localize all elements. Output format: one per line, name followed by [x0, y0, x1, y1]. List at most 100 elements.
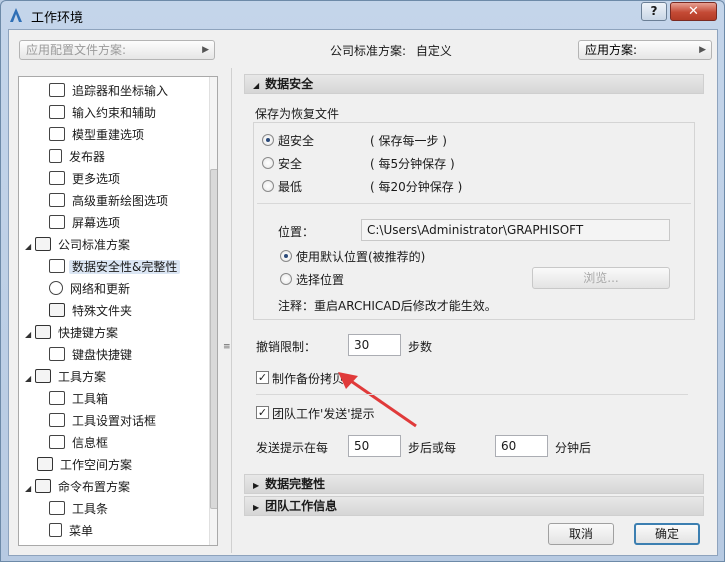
infobox-icon [49, 435, 65, 449]
tree-item-label: 模型重建选项 [72, 128, 145, 142]
window-title: 工作环境 [31, 11, 84, 26]
section-title: 团队工作信息 [265, 499, 338, 513]
expanded-icon[interactable]: ◢ [25, 237, 35, 257]
tree-item-label: 屏幕选项 [72, 216, 121, 230]
chevron-right-icon: ▶ [699, 45, 706, 55]
company-scheme-status: 公司标准方案: 自定义 [330, 42, 452, 59]
safe-label: 安全 [278, 157, 303, 171]
divider [256, 394, 688, 395]
undo-limit-label: 撤销限制： [256, 340, 317, 354]
redraw-icon [49, 193, 65, 207]
tree-item-more-options[interactable]: 更多选项 [49, 169, 123, 189]
backup-checkbox[interactable]: ✓ [256, 371, 269, 384]
folder-icon [35, 325, 51, 339]
section-data-integrity[interactable]: ▶ 数据完整性 [244, 474, 704, 494]
tree-item-label: 网络和更新 [70, 282, 131, 296]
tool-settings-icon [49, 413, 65, 427]
teamwork-send-checkbox[interactable]: ✓ [256, 406, 269, 419]
section-data-safety[interactable]: ◢ 数据安全 [244, 74, 704, 94]
ok-button[interactable]: 确定 [634, 523, 700, 545]
tree-item-toolbars[interactable]: 工具条 [49, 499, 111, 519]
section-title: 数据完整性 [265, 477, 326, 491]
tree-item-keyboard-shortcuts[interactable]: 键盘快捷键 [49, 345, 135, 365]
tree-item-menus[interactable]: 菜单 [49, 521, 96, 541]
settings-tree: 追踪器和坐标输入 输入约束和辅助 模型重建选项 发布器 更多选项 高级重新绘图选… [18, 76, 218, 546]
tree-item-label: 键盘快捷键 [72, 348, 133, 362]
tree-item-infobox[interactable]: 信息框 [49, 433, 111, 453]
cancel-button[interactable]: 取消 [548, 523, 614, 545]
tree-item-tracker[interactable]: 追踪器和坐标输入 [49, 81, 171, 101]
tree-scrollbar[interactable] [209, 77, 217, 545]
company-scheme-label: 公司标准方案: [330, 44, 407, 58]
send-minutes-input[interactable]: 60 [495, 435, 548, 457]
tree-item-company-standard[interactable]: ◢ 公司标准方案 [25, 235, 133, 255]
tree-item-label: 输入约束和辅助 [72, 106, 157, 120]
radio-use-default-location[interactable] [280, 250, 292, 262]
toolbar-icon [49, 501, 65, 515]
publisher-icon [49, 149, 62, 163]
tree-item-shortcut-schemes[interactable]: ◢ 快捷键方案 [25, 323, 121, 343]
ultra-safe-desc: ( 保存每一步 ) [370, 134, 447, 148]
undo-limit-input[interactable]: 30 [348, 334, 401, 356]
restart-note: 注释：重启ARCHICAD后修改才能生效。 [278, 299, 497, 313]
send-prompt-label: 发送提示在每 [256, 441, 329, 455]
section-teamwork-info[interactable]: ▶ 团队工作信息 [244, 496, 704, 516]
send-steps-input[interactable]: 50 [348, 435, 401, 457]
tree-item-tool-settings[interactable]: 工具设置对话框 [49, 411, 159, 431]
radio-ultra-safe[interactable] [262, 134, 274, 146]
tree-item-input-constraints[interactable]: 输入约束和辅助 [49, 103, 159, 123]
send-steps-unit: 步后或每 [408, 441, 457, 455]
sliders-icon [49, 171, 65, 185]
xyz-icon [49, 83, 65, 97]
help-button[interactable]: ? [641, 2, 667, 21]
pane-divider [231, 68, 232, 553]
tree-item-toolbox[interactable]: 工具箱 [49, 389, 111, 409]
folder-icon [37, 457, 53, 471]
tree-item-label: 命令布置方案 [58, 480, 131, 494]
menu-icon [49, 523, 62, 537]
tree-item-label: 高级重新绘图选项 [72, 194, 169, 208]
title-bar[interactable]: 工作环境 ? ✕ [1, 1, 724, 29]
expanded-icon[interactable]: ◢ [25, 369, 35, 389]
cursor-icon [49, 105, 65, 119]
apply-scheme-dropdown[interactable]: 应用方案: ▶ [578, 40, 712, 60]
tree-item-redraw-options[interactable]: 高级重新绘图选项 [49, 191, 171, 211]
tree-scrollbar-thumb[interactable] [210, 169, 217, 509]
close-button[interactable]: ✕ [670, 2, 717, 21]
section-title: 数据安全 [265, 77, 314, 91]
folder-icon [35, 237, 51, 251]
profile-scheme-label: 应用配置文件方案: [26, 43, 127, 57]
browse-button[interactable]: 浏览... [532, 267, 670, 289]
tree-item-data-safety[interactable]: 数据安全性&完整性 [49, 257, 207, 277]
work-environment-dialog: 工作环境 ? ✕ 应用配置文件方案: ▶ 公司标准方案: 自定义 应用方案: ▶… [0, 0, 725, 562]
tree-item-screen-options[interactable]: 屏幕选项 [49, 213, 123, 233]
tree-item-label: 更多选项 [72, 172, 121, 186]
tree-item-command-layout[interactable]: ◢ 命令布置方案 [25, 477, 133, 497]
tree-item-label: 公司标准方案 [58, 238, 131, 252]
tree-item-special-folders[interactable]: 特殊文件夹 [49, 301, 135, 321]
radio-safe[interactable] [262, 157, 274, 169]
use-default-location-label: 使用默认位置(被推荐的) [296, 250, 426, 264]
pane-splitter[interactable]: ≡ [220, 76, 231, 546]
screen-icon [49, 215, 65, 229]
radio-choose-location[interactable] [280, 273, 292, 285]
dialog-body: 应用配置文件方案: ▶ 公司标准方案: 自定义 应用方案: ▶ 追踪器和坐标输入… [8, 29, 718, 556]
tree-item-network[interactable]: 网络和更新 [49, 279, 133, 299]
location-label: 位置： [278, 225, 315, 239]
tree-item-label: 工具方案 [58, 370, 107, 384]
radio-minimum[interactable] [262, 180, 274, 192]
minimum-desc: ( 每20分钟保存 ) [370, 180, 463, 194]
chevron-right-icon: ▶ [202, 45, 209, 55]
tree-item-label: 工具箱 [72, 392, 109, 406]
tree-item-workspace-schemes[interactable]: 工作空间方案 [37, 455, 135, 475]
archicad-logo-icon [10, 8, 22, 22]
tree-item-publisher[interactable]: 发布器 [49, 147, 108, 167]
tree-item-tool-schemes[interactable]: ◢ 工具方案 [25, 367, 109, 387]
expanded-icon[interactable]: ◢ [25, 325, 35, 345]
tree-item-model-rebuild[interactable]: 模型重建选项 [49, 125, 147, 145]
expanded-icon[interactable]: ◢ [25, 479, 35, 499]
profile-scheme-dropdown[interactable]: 应用配置文件方案: ▶ [19, 40, 215, 60]
toolbox-icon [49, 391, 65, 405]
undo-limit-unit: 步数 [408, 340, 433, 354]
tree-item-label: 发布器 [69, 150, 106, 164]
